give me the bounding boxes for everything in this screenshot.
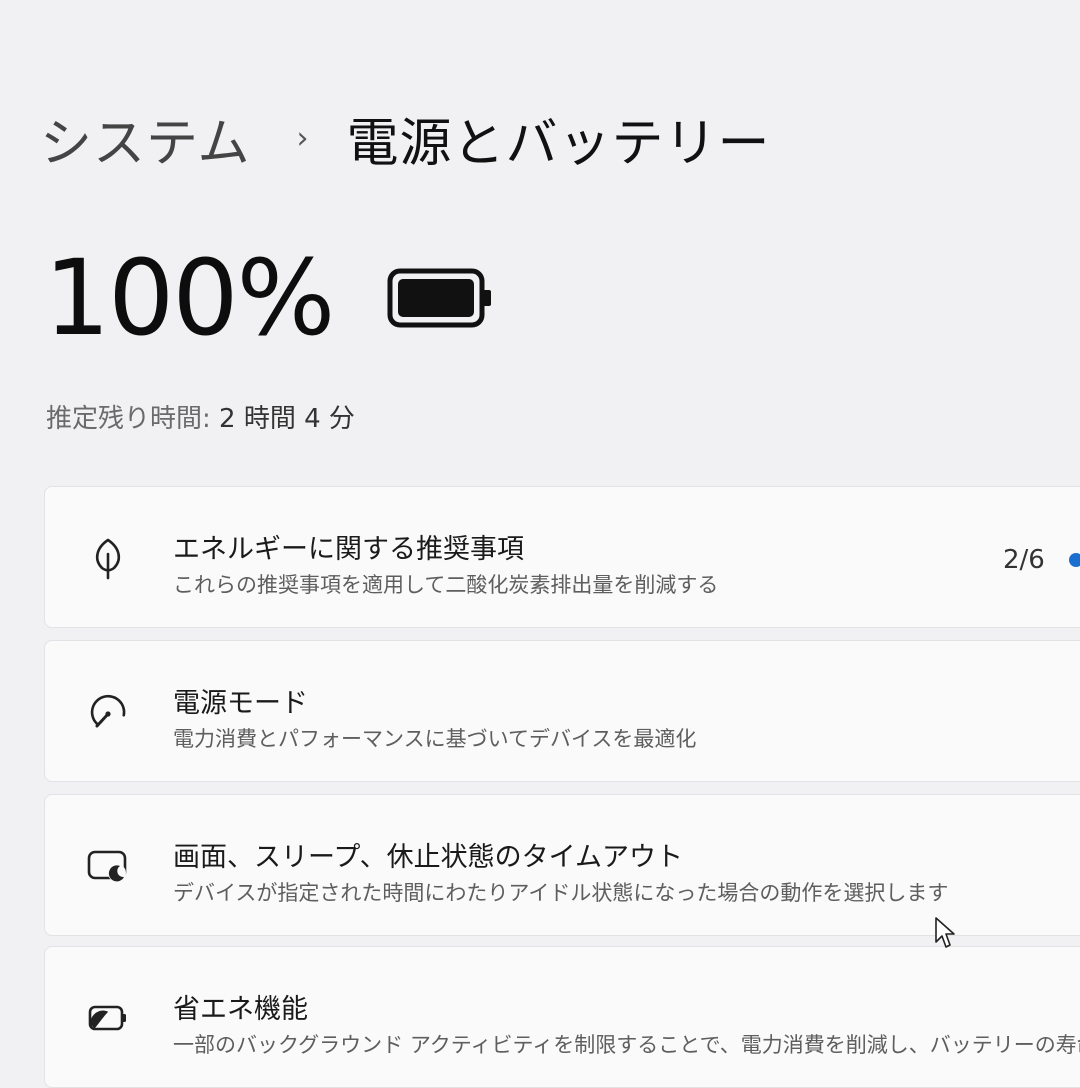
breadcrumb-system-link[interactable]: システム bbox=[40, 101, 250, 176]
page-title: 電源とバッテリー bbox=[346, 113, 771, 174]
energy-saver-card[interactable]: 省エネ機能 一部のバックグラウンド アクティビティを制限することで、電力消費を削… bbox=[44, 946, 1080, 1088]
remaining-time-value: 2 時間 4 分 bbox=[219, 404, 355, 434]
battery-percent: 100% bbox=[44, 237, 335, 359]
mouse-cursor-icon bbox=[935, 917, 955, 948]
card-description: デバイスが指定された時間にわたりアイドル状態になった場合の動作を選択します bbox=[173, 881, 949, 905]
battery-full-icon bbox=[387, 268, 497, 328]
progress-dot bbox=[1069, 553, 1080, 567]
power-mode-gauge-icon bbox=[85, 689, 131, 735]
breadcrumb-separator: › bbox=[296, 120, 309, 156]
power-mode-card[interactable]: 電源モード 電力消費とパフォーマンスに基づいてデバイスを最適化 bbox=[44, 640, 1080, 782]
remaining-time-label: 推定残り時間: bbox=[46, 404, 211, 434]
card-title: 画面、スリープ、休止状態のタイムアウト bbox=[173, 842, 684, 873]
leaf-icon bbox=[85, 535, 131, 581]
screen-sleep-icon bbox=[85, 843, 131, 889]
card-description: 電力消費とパフォーマンスに基づいてデバイスを最適化 bbox=[173, 727, 697, 751]
screen-sleep-timeout-card[interactable]: 画面、スリープ、休止状態のタイムアウト デバイスが指定された時間にわたりアイドル… bbox=[44, 794, 1080, 936]
battery-status: 100% bbox=[44, 237, 497, 359]
card-title: エネルギーに関する推奨事項 bbox=[173, 534, 524, 565]
energy-recommendations-card[interactable]: エネルギーに関する推奨事項 これらの推奨事項を適用して二酸化炭素排出量を削減する… bbox=[44, 486, 1080, 628]
remaining-time: 推定残り時間: 2 時間 4 分 bbox=[46, 398, 355, 435]
battery-fill bbox=[398, 279, 475, 317]
card-title: 電源モード bbox=[173, 688, 308, 719]
card-title: 省エネ機能 bbox=[173, 994, 308, 1025]
card-description: 一部のバックグラウンド アクティビティを制限することで、電力消費を削減し、バッテ… bbox=[173, 1033, 1080, 1057]
battery-saver-icon bbox=[85, 995, 131, 1041]
breadcrumb: システム › 電源とバッテリー bbox=[40, 96, 770, 180]
card-description: これらの推奨事項を適用して二酸化炭素排出量を削減する bbox=[173, 573, 719, 597]
recommendations-count: 2/6 bbox=[1003, 545, 1045, 575]
